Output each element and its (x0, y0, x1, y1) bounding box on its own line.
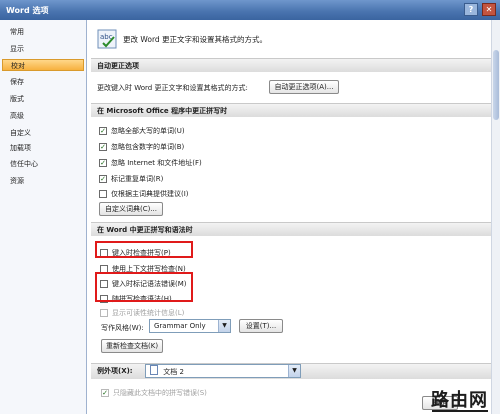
custom-dictionaries-button[interactable]: 自定义词典(C)... (99, 202, 163, 216)
section-office-spelling: 在 Microsoft Office 程序中更正拼写时 (91, 103, 495, 117)
sidebar-item-addins[interactable]: 加载项 (2, 142, 84, 154)
section-autocorrect: 自动更正选项 (91, 58, 495, 72)
hide-spelling-checkbox[interactable]: ✓ (101, 389, 109, 397)
sidebar-item-resources[interactable]: 资源 (2, 175, 84, 187)
sidebar-item-display[interactable]: 显示 (2, 43, 84, 55)
hide-spelling-label: 只隐藏此文档中的拼写错误(S) (113, 389, 207, 397)
writing-style-label: 写作风格(W): (101, 324, 144, 332)
document-icon (150, 365, 158, 375)
vertical-scrollbar[interactable] (491, 20, 500, 414)
sidebar-item-advanced[interactable]: 高级 (2, 110, 84, 122)
autocorrect-desc: 更改键入时 Word 更正文字和设置其格式的方式: (97, 84, 248, 92)
help-button[interactable]: ? (464, 3, 478, 16)
autocorrect-options-button[interactable]: 自动更正选项(A)... (269, 80, 339, 94)
sidebar-item-customize[interactable]: 自定义 (2, 127, 84, 139)
chevron-down-icon: ▼ (288, 365, 300, 377)
highlight-grammar-options (95, 272, 193, 302)
ignore-numbers-checkbox[interactable]: ✓ (99, 143, 107, 151)
chevron-down-icon: ▼ (218, 320, 230, 332)
header-description: 更改 Word 更正文字和设置其格式的方式。 (123, 35, 268, 44)
watermark-underline (432, 410, 488, 412)
section-word-spelling: 在 Word 中更正拼写和语法时 (91, 222, 495, 236)
title-bar: Word 选项 ? ✕ (0, 0, 500, 20)
ignore-uppercase-label: 忽略全部大写的单词(U) (111, 127, 185, 135)
flag-repeated-checkbox[interactable]: ✓ (99, 175, 107, 183)
main-dict-only-label: 仅根据主词典提供建议(I) (111, 190, 189, 198)
exceptions-select[interactable]: 文档 2 ▼ (145, 364, 301, 378)
highlight-check-spelling (95, 241, 193, 258)
sidebar-item-save[interactable]: 保存 (2, 76, 84, 88)
sidebar-item-proofing[interactable]: 校对 (2, 59, 84, 71)
ignore-internet-label: 忽略 Internet 和文件地址(F) (111, 159, 202, 167)
ignore-numbers-label: 忽略包含数字的单词(B) (111, 143, 185, 151)
main-dict-only-checkbox[interactable] (99, 190, 107, 198)
sidebar-item-common[interactable]: 常用 (2, 26, 84, 38)
sidebar: 常用 显示 校对 保存 版式 高级 自定义 加载项 信任中心 资源 (0, 20, 87, 414)
abc-check-icon: abc (97, 29, 117, 49)
grammar-settings-button[interactable]: 设置(T)... (239, 319, 283, 333)
main-panel: abc 更改 Word 更正文字和设置其格式的方式。 自动更正选项 更改键入时 … (87, 20, 500, 414)
scrollbar-thumb[interactable] (493, 50, 499, 120)
sidebar-item-trust-center[interactable]: 信任中心 (2, 158, 84, 170)
readability-checkbox[interactable] (100, 309, 108, 317)
exceptions-label: 例外项(X): (97, 367, 133, 375)
writing-style-value: Grammar Only (154, 322, 206, 330)
writing-style-select[interactable]: Grammar Only ▼ (149, 319, 231, 333)
flag-repeated-label: 标记重复单词(R) (111, 175, 164, 183)
watermark: 路由网 (431, 390, 488, 411)
exceptions-value: 文档 2 (163, 368, 184, 376)
window-title: Word 选项 (6, 6, 49, 15)
readability-label: 显示可读性统计信息(L) (112, 309, 185, 317)
close-button[interactable]: ✕ (482, 3, 496, 16)
ignore-uppercase-checkbox[interactable]: ✓ (99, 127, 107, 135)
sidebar-item-layout[interactable]: 版式 (2, 93, 84, 105)
recheck-document-button[interactable]: 重新检查文档(K) (101, 339, 163, 353)
ignore-internet-checkbox[interactable]: ✓ (99, 159, 107, 167)
